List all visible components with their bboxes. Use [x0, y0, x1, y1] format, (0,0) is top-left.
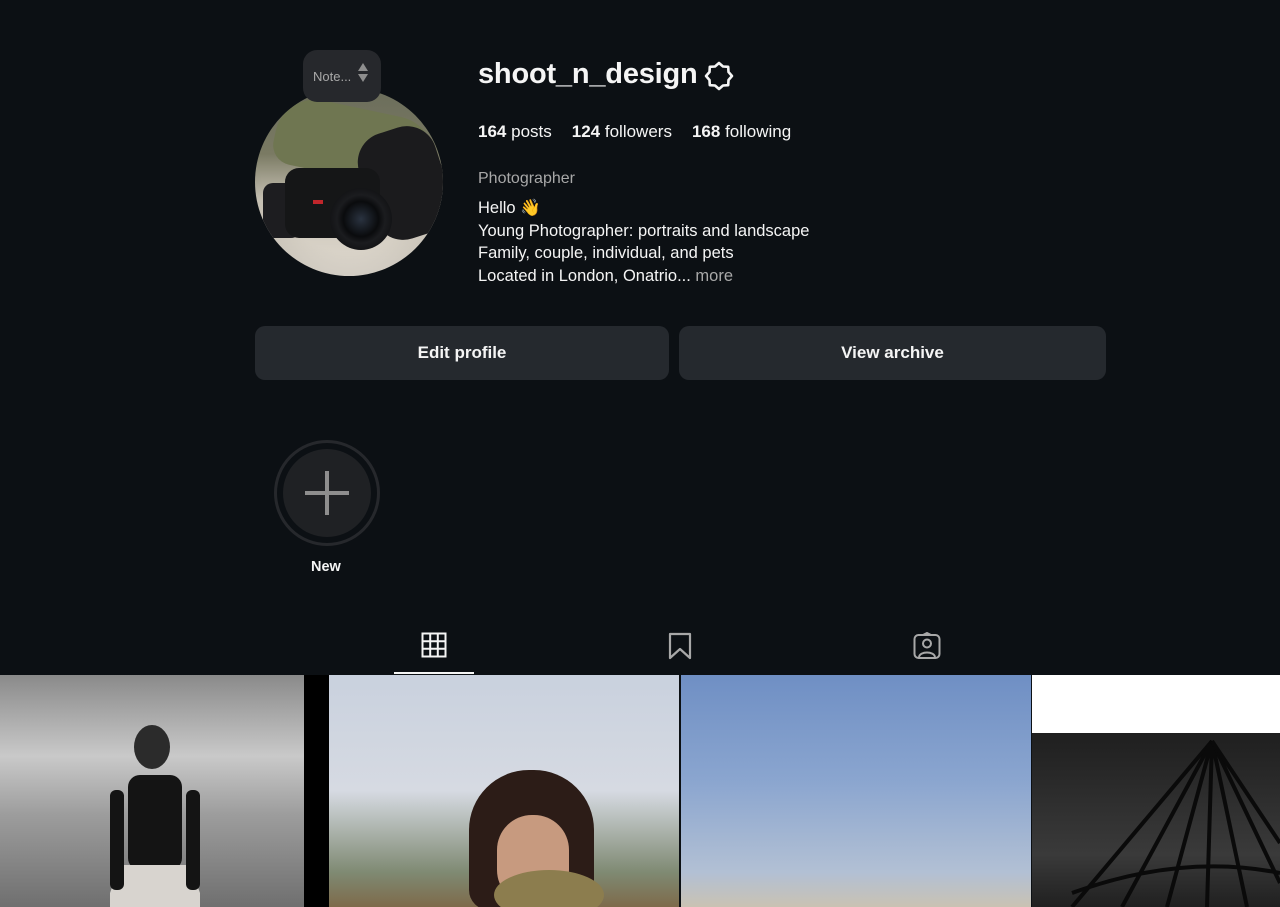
tagged-user-icon	[913, 632, 941, 659]
post-thumbnail[interactable]	[1032, 675, 1280, 907]
new-highlight-button[interactable]	[274, 440, 380, 546]
plus-icon	[283, 449, 371, 537]
stat-following[interactable]: 168 following	[692, 122, 791, 142]
edit-profile-button[interactable]: Edit profile	[255, 326, 669, 380]
grid-icon	[421, 632, 447, 658]
post-image-structure	[1070, 739, 1280, 907]
bio-more-link[interactable]: more	[695, 267, 733, 285]
profile-category: Photographer	[478, 170, 575, 187]
post-image	[110, 725, 200, 907]
profile-avatar[interactable]	[255, 88, 443, 276]
note-bubble[interactable]: Note...	[303, 50, 381, 102]
grid-gap	[304, 675, 329, 907]
bio-line: Family, couple, individual, and pets	[478, 244, 734, 262]
stat-posts: 164 posts	[478, 122, 552, 141]
settings-gear-icon[interactable]	[704, 61, 734, 91]
new-highlight-label: New	[311, 559, 341, 575]
post-thumbnail[interactable]	[681, 675, 1031, 907]
tab-posts[interactable]	[394, 632, 474, 674]
profile-bio: Hello 👋 Young Photographer: portraits an…	[478, 197, 809, 287]
note-label: Note...	[313, 69, 352, 84]
username: shoot_n_design	[478, 58, 698, 90]
tab-saved[interactable]	[640, 632, 720, 672]
view-archive-button[interactable]: View archive	[679, 326, 1106, 380]
bio-line: Hello 👋	[478, 199, 541, 217]
bio-line: Located in London, Onatrio... more	[478, 266, 734, 285]
tab-tagged[interactable]	[887, 632, 967, 672]
avatar-photo-detail	[330, 188, 392, 250]
post-thumbnail[interactable]	[329, 675, 679, 907]
bio-line: Young Photographer: portraits and landsc…	[478, 221, 810, 240]
profile-stats: 164 posts 124 followers 168 following	[478, 122, 791, 142]
note-scroll-arrows-icon	[356, 60, 370, 92]
bookmark-icon	[668, 632, 692, 660]
stat-followers[interactable]: 124 followers	[572, 122, 672, 142]
avatar-photo-detail	[313, 200, 323, 204]
post-thumbnail[interactable]	[0, 675, 304, 907]
post-image	[1032, 733, 1280, 907]
